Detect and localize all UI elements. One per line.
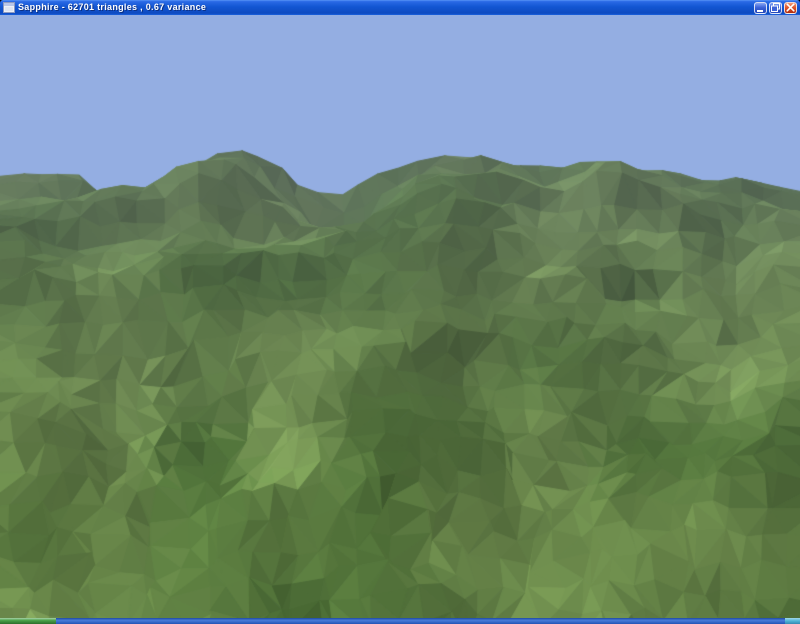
window-title: Sapphire - 62701 triangles , 0.67 varian…	[18, 0, 754, 15]
taskbar	[0, 618, 800, 624]
titlebar[interactable]: Sapphire - 62701 triangles , 0.67 varian…	[0, 0, 800, 15]
taskbar-strip[interactable]	[56, 618, 785, 624]
terrain-viewport[interactable]	[0, 15, 800, 618]
close-icon	[786, 3, 795, 12]
restore-button[interactable]	[769, 2, 782, 14]
restore-icon	[771, 3, 780, 12]
minimize-button[interactable]	[754, 2, 767, 14]
minimize-icon	[757, 4, 765, 12]
system-tray-sliver[interactable]	[785, 618, 800, 624]
window-controls	[754, 2, 797, 14]
app-window-icon	[3, 2, 15, 13]
start-button-sliver[interactable]	[0, 618, 56, 624]
close-button[interactable]	[784, 2, 797, 14]
